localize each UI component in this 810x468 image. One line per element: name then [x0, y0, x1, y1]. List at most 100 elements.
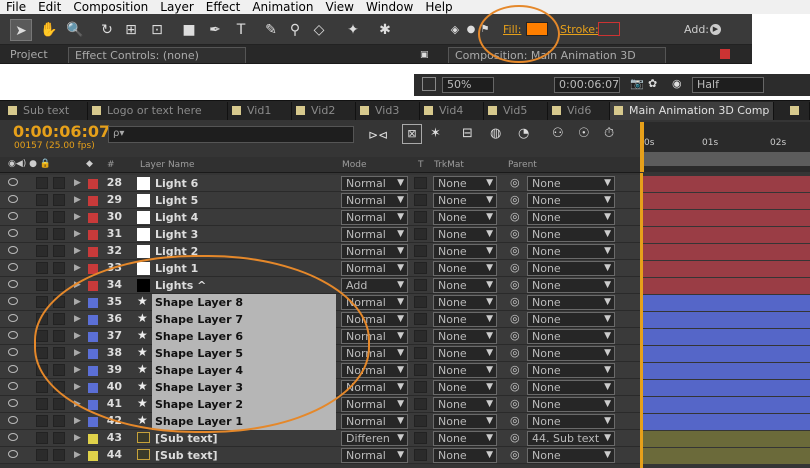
comp-tab-1[interactable]: Logo or text here: [88, 102, 228, 120]
pickwhip-icon[interactable]: ◎: [510, 193, 520, 206]
current-time-display[interactable]: 0:00:06:07: [13, 122, 110, 141]
visibility-eye-icon[interactable]: [8, 450, 18, 458]
layer-search-input[interactable]: ρ▾: [108, 126, 354, 143]
layer-duration-bar[interactable]: [643, 278, 810, 294]
pickwhip-icon[interactable]: ◎: [510, 380, 520, 393]
label-color-swatch[interactable]: [88, 213, 98, 223]
lock-toggle[interactable]: [53, 415, 65, 427]
layer-duration-bar[interactable]: [643, 448, 810, 464]
menu-layer[interactable]: Layer: [154, 0, 199, 14]
visibility-eye-icon[interactable]: [8, 229, 18, 237]
visibility-eye-icon[interactable]: [8, 212, 18, 220]
layer-duration-bar[interactable]: [643, 329, 810, 345]
visibility-eye-icon[interactable]: [8, 280, 18, 288]
preserve-transparency-toggle[interactable]: [414, 296, 427, 308]
visibility-eye-icon[interactable]: [8, 263, 18, 271]
expand-triangle-icon[interactable]: ▶: [74, 212, 81, 222]
preserve-transparency-toggle[interactable]: [414, 279, 427, 291]
solo-toggle[interactable]: [36, 194, 48, 206]
pickwhip-icon[interactable]: ◎: [510, 329, 520, 342]
trkmat-dropdown[interactable]: None ▼: [433, 380, 497, 395]
comp-tab-6[interactable]: Vid5: [484, 102, 548, 120]
hide-shy-layers-icon[interactable]: ✶: [430, 126, 441, 141]
frame-blending-icon[interactable]: ⊟: [462, 126, 473, 141]
parent-dropdown[interactable]: 44. Sub text ▼: [527, 431, 615, 446]
roto-brush-tool-icon[interactable]: ✦: [342, 19, 364, 41]
parent-dropdown[interactable]: None ▼: [527, 227, 615, 242]
visibility-eye-icon[interactable]: [8, 178, 18, 186]
menu-animation[interactable]: Animation: [246, 0, 319, 14]
layer-duration-bar[interactable]: [643, 176, 810, 192]
label-color-swatch[interactable]: [88, 434, 98, 444]
comp-tab-2[interactable]: Vid1: [228, 102, 292, 120]
layer-row[interactable]: ▶ 28 Light 6 Normal ▼ None ▼ ◎ None ▼: [0, 175, 640, 192]
solo-toggle[interactable]: [36, 262, 48, 274]
preserve-transparency-toggle[interactable]: [414, 398, 427, 410]
rectangle-tool-icon[interactable]: ■: [178, 19, 200, 41]
layer-name[interactable]: [Sub text]: [152, 447, 336, 464]
layer-duration-bar[interactable]: [643, 312, 810, 328]
trkmat-dropdown[interactable]: None ▼: [433, 363, 497, 378]
parent-dropdown[interactable]: None ▼: [527, 278, 615, 293]
visibility-eye-icon[interactable]: [8, 433, 18, 441]
tab-effect-controls[interactable]: Effect Controls: (none): [68, 47, 246, 63]
trkmat-dropdown[interactable]: None ▼: [433, 278, 497, 293]
layer-duration-bar[interactable]: [643, 193, 810, 209]
preserve-transparency-toggle[interactable]: [414, 381, 427, 393]
graph-editor-icon[interactable]: ◔: [518, 126, 529, 141]
pickwhip-icon[interactable]: ◎: [510, 176, 520, 189]
trkmat-dropdown[interactable]: None ▼: [433, 346, 497, 361]
add-menu-arrow-icon[interactable]: ▶: [710, 24, 721, 35]
preserve-transparency-toggle[interactable]: [414, 330, 427, 342]
label-color-swatch[interactable]: [88, 179, 98, 189]
work-area-bar[interactable]: [640, 152, 810, 166]
comp-tab-0[interactable]: Sub text: [4, 102, 88, 120]
comp-tab-3[interactable]: Vid2: [292, 102, 356, 120]
trkmat-dropdown[interactable]: None ▼: [433, 176, 497, 191]
layer-row[interactable]: ▶ 42 ★ Shape Layer 1 Normal ▼ None ▼ ◎ None ▼: [0, 413, 640, 430]
layer-name[interactable]: Light 5: [152, 192, 336, 209]
mode-dropdown[interactable]: Normal ▼: [341, 448, 408, 463]
parent-dropdown[interactable]: None ▼: [527, 312, 615, 327]
layer-duration-bar[interactable]: [643, 346, 810, 362]
trkmat-dropdown[interactable]: None ▼: [433, 244, 497, 259]
menu-view[interactable]: View: [320, 0, 360, 14]
composition-mini-flowchart-icon[interactable]: ⊳⊲: [368, 128, 388, 142]
pan-behind-tool-icon[interactable]: ⊡: [146, 19, 168, 41]
pickwhip-icon[interactable]: ◎: [510, 278, 520, 291]
layer-duration-bar[interactable]: [643, 380, 810, 396]
layer-duration-bar[interactable]: [643, 295, 810, 311]
solo-toggle[interactable]: [36, 415, 48, 427]
parent-dropdown[interactable]: None ▼: [527, 244, 615, 259]
preserve-transparency-toggle[interactable]: [414, 415, 427, 427]
menu-help[interactable]: Help: [419, 0, 458, 14]
preserve-transparency-toggle[interactable]: [414, 228, 427, 240]
preserve-transparency-toggle[interactable]: [414, 194, 427, 206]
mode-dropdown[interactable]: Normal ▼: [341, 176, 408, 191]
parent-dropdown[interactable]: None ▼: [527, 193, 615, 208]
brush-tool-icon[interactable]: ✎: [260, 19, 282, 41]
tab-composition[interactable]: Composition: Main Animation 3D Comp: [448, 47, 666, 78]
layer-duration-bar[interactable]: [643, 431, 810, 447]
parent-dropdown[interactable]: None ▼: [527, 363, 615, 378]
current-time-indicator[interactable]: [640, 122, 644, 172]
parent-dropdown[interactable]: None ▼: [527, 176, 615, 191]
mode-dropdown[interactable]: Normal ▼: [341, 210, 408, 225]
lock-toggle[interactable]: [53, 211, 65, 223]
trkmat-dropdown[interactable]: None ▼: [433, 312, 497, 327]
trkmat-dropdown[interactable]: None ▼: [433, 210, 497, 225]
visibility-eye-icon[interactable]: [8, 246, 18, 254]
trkmat-dropdown[interactable]: None ▼: [433, 329, 497, 344]
column-layer-name[interactable]: Layer Name: [140, 160, 195, 170]
preserve-transparency-toggle[interactable]: [414, 364, 427, 376]
layer-row[interactable]: ▶ 31 Light 3 Normal ▼ None ▼ ◎ None ▼: [0, 226, 640, 243]
layer-name[interactable]: Light 3: [152, 226, 336, 243]
menu-effect[interactable]: Effect: [200, 0, 247, 14]
parent-dropdown[interactable]: None ▼: [527, 346, 615, 361]
expand-triangle-icon[interactable]: ▶: [74, 178, 81, 188]
solo-toggle[interactable]: [36, 381, 48, 393]
preserve-transparency-toggle[interactable]: [414, 449, 427, 461]
visibility-eye-icon[interactable]: [8, 195, 18, 203]
label-color-swatch[interactable]: [88, 247, 98, 257]
mode-dropdown[interactable]: Add ▼: [341, 278, 408, 293]
